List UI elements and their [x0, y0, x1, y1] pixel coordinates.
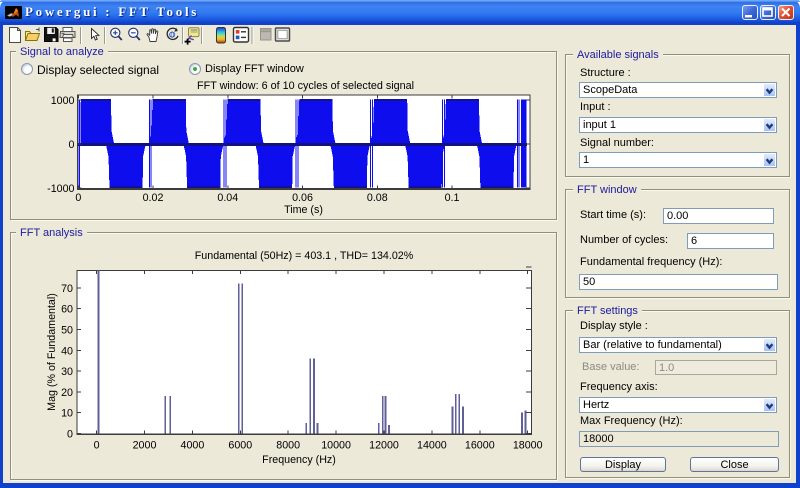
svg-text:Time (s): Time (s) [284, 204, 323, 216]
svg-text:2000: 2000 [133, 440, 157, 452]
svg-text:20: 20 [61, 387, 73, 399]
svg-text:0: 0 [75, 192, 81, 204]
svg-text:6000: 6000 [228, 440, 252, 452]
svg-text:10: 10 [61, 408, 73, 420]
svg-text:4000: 4000 [181, 440, 205, 452]
svg-text:0: 0 [69, 139, 75, 151]
svg-text:1000: 1000 [51, 95, 75, 107]
svg-text:18000: 18000 [513, 440, 543, 452]
svg-text:0.08: 0.08 [367, 192, 388, 204]
svg-text:10000: 10000 [321, 440, 351, 452]
svg-text:0: 0 [94, 440, 100, 452]
svg-text:40: 40 [61, 345, 73, 357]
svg-text:70: 70 [61, 283, 73, 295]
svg-text:60: 60 [61, 304, 73, 316]
svg-text:Fundamental (50Hz) = 403.1 , T: Fundamental (50Hz) = 403.1 , THD= 134.02… [195, 250, 414, 262]
svg-text:8000: 8000 [276, 440, 300, 452]
svg-text:0: 0 [67, 429, 73, 441]
svg-text:Mag (% of Fundamental): Mag (% of Fundamental) [46, 293, 58, 411]
svg-text:16000: 16000 [465, 440, 495, 452]
svg-text:Frequency (Hz): Frequency (Hz) [262, 454, 336, 466]
svg-text:14000: 14000 [417, 440, 447, 452]
svg-text:50: 50 [61, 325, 73, 337]
svg-text:0.1: 0.1 [445, 192, 460, 204]
svg-text:0.02: 0.02 [143, 192, 164, 204]
svg-text:0.06: 0.06 [292, 192, 313, 204]
svg-text:-1000: -1000 [47, 183, 74, 195]
svg-text:30: 30 [61, 366, 73, 378]
svg-text:12000: 12000 [369, 440, 399, 452]
svg-text:0.04: 0.04 [217, 192, 238, 204]
